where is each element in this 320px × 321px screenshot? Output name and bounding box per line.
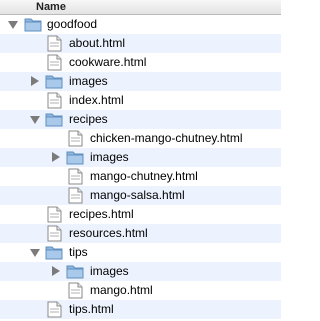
name-column-title: Name xyxy=(36,1,66,13)
disclosure-triangle-expanded-icon[interactable] xyxy=(30,249,40,257)
tree-row-label: mango-salsa.html xyxy=(90,188,185,202)
tree-row-mango-html[interactable]: mango.html xyxy=(0,281,281,300)
html-file-icon xyxy=(68,168,83,185)
disclosure-triangle-expanded-icon[interactable] xyxy=(30,116,40,124)
html-file-icon xyxy=(47,92,62,109)
folder-icon xyxy=(45,246,63,260)
tree-row-images[interactable]: images xyxy=(0,72,281,91)
tree-row-label: recipes.html xyxy=(69,207,134,221)
column-header[interactable]: Name xyxy=(0,0,281,15)
tree-row-recipes-html[interactable]: recipes.html xyxy=(0,205,281,224)
tree-row-label: mango.html xyxy=(90,283,153,297)
tree-row-label: cookware.html xyxy=(69,55,147,69)
folder-icon xyxy=(66,151,84,165)
folder-icon xyxy=(45,113,63,127)
disclosure-triangle-collapsed-icon[interactable] xyxy=(31,76,39,86)
tree-row-recipes[interactable]: recipes xyxy=(0,110,281,129)
html-file-icon xyxy=(47,54,62,71)
tree-row-resources-html[interactable]: resources.html xyxy=(0,224,281,243)
html-file-icon xyxy=(68,130,83,147)
tree-row-label: chicken-mango-chutney.html xyxy=(90,131,243,145)
file-tree: goodfood about.html cookware.html images xyxy=(0,15,281,319)
tree-row-tips-images[interactable]: images xyxy=(0,262,281,281)
html-file-icon xyxy=(47,206,62,223)
tree-row-label: index.html xyxy=(69,93,124,107)
tree-row-mango-salsa-html[interactable]: mango-salsa.html xyxy=(0,186,281,205)
html-file-icon xyxy=(68,187,83,204)
tree-row-goodfood[interactable]: goodfood xyxy=(0,15,281,34)
folder-icon xyxy=(66,265,84,279)
tree-row-mango-chutney-html[interactable]: mango-chutney.html xyxy=(0,167,281,186)
folder-icon xyxy=(45,75,63,89)
tree-row-index-html[interactable]: index.html xyxy=(0,91,281,110)
html-file-icon xyxy=(47,35,62,52)
tree-row-cookware-html[interactable]: cookware.html xyxy=(0,53,281,72)
tree-row-label: about.html xyxy=(69,36,126,50)
html-file-icon xyxy=(68,282,83,299)
tree-row-label: resources.html xyxy=(69,226,148,240)
tree-row-tips-html[interactable]: tips.html xyxy=(0,300,281,319)
html-file-icon xyxy=(47,225,62,242)
tree-row-chicken-mango-chutney-html[interactable]: chicken-mango-chutney.html xyxy=(0,129,281,148)
tree-row-label: recipes xyxy=(69,112,108,126)
tree-row-tips[interactable]: tips xyxy=(0,243,281,262)
tree-row-label: tips.html xyxy=(69,302,114,316)
tree-row-label: images xyxy=(69,74,108,88)
tree-row-label: tips xyxy=(69,245,88,259)
html-file-icon xyxy=(47,301,62,318)
tree-row-recipes-images[interactable]: images xyxy=(0,148,281,167)
tree-row-label: images xyxy=(90,150,129,164)
disclosure-triangle-collapsed-icon[interactable] xyxy=(52,266,60,276)
disclosure-triangle-expanded-icon[interactable] xyxy=(8,21,18,29)
tree-row-label: images xyxy=(90,264,129,278)
folder-icon xyxy=(24,18,42,32)
tree-row-about-html[interactable]: about.html xyxy=(0,34,281,53)
disclosure-triangle-collapsed-icon[interactable] xyxy=(52,152,60,162)
tree-row-label: goodfood xyxy=(47,17,98,31)
tree-row-label: mango-chutney.html xyxy=(90,169,198,183)
